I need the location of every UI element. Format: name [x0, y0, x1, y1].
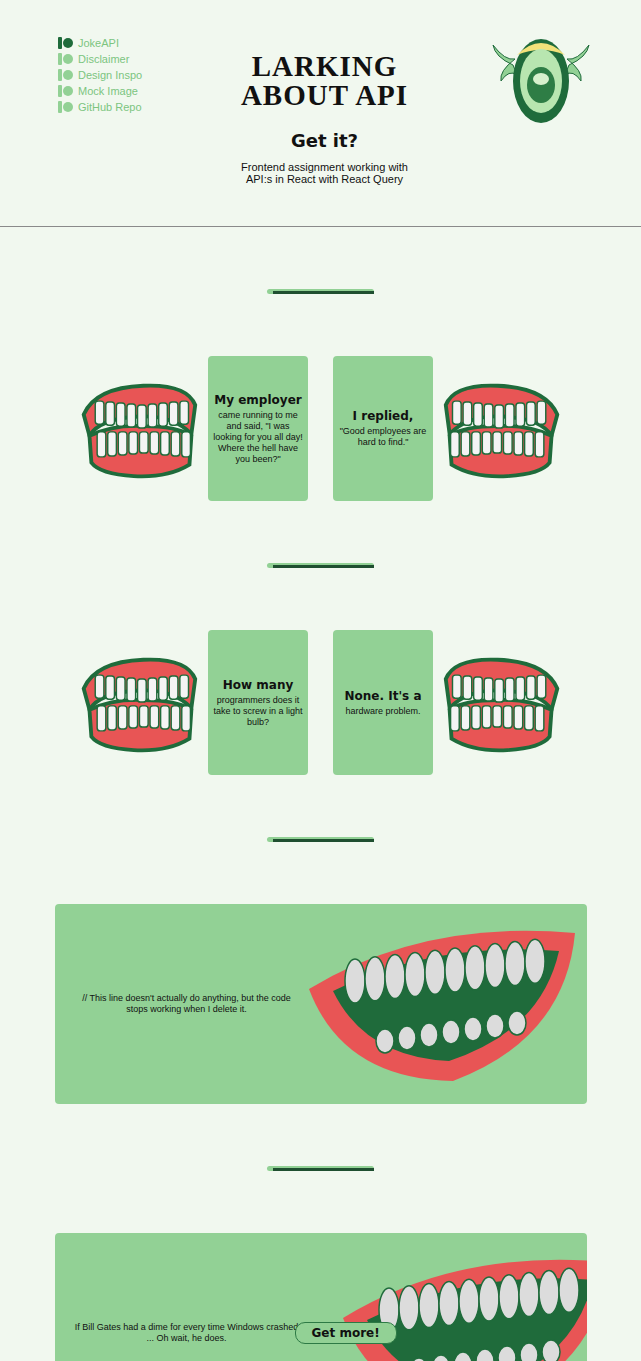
toggle-icon	[58, 53, 73, 65]
page: JokeAPI Disclaimer Design Inspo Mock Ima…	[0, 0, 641, 1361]
header: JokeAPI Disclaimer Design Inspo Mock Ima…	[0, 0, 641, 227]
divider	[267, 563, 374, 568]
delivery-card: None. It's a hardware problem.	[333, 630, 433, 775]
single-joke: // This line doesn't actually do anythin…	[55, 904, 587, 1104]
nav-item[interactable]: Disclaimer	[58, 51, 237, 67]
get-more-button[interactable]: Get more!	[295, 1322, 397, 1344]
setup-card: My employer came running to me and said,…	[208, 356, 308, 501]
joke-text: // This line doesn't actually do anythin…	[71, 993, 303, 1015]
tagline: Get it?	[291, 130, 358, 151]
divider	[267, 1166, 374, 1171]
toggle-icon	[58, 85, 73, 97]
nav-item[interactable]: Mock Image	[58, 83, 237, 99]
site-title: LARKINGABOUT API	[241, 52, 408, 110]
teeth-illustration	[76, 376, 201, 482]
twopart-joke: How many programmers does it take to scr…	[94, 630, 547, 775]
subtitle: Frontend assignment working with API:s i…	[237, 161, 412, 185]
teeth-illustration	[76, 650, 201, 756]
nav-menu: JokeAPI Disclaimer Design Inspo Mock Ima…	[58, 0, 237, 226]
header-center: LARKINGABOUT API Get it? Frontend assign…	[237, 0, 412, 226]
logo	[412, 0, 591, 226]
divider	[267, 837, 374, 842]
joke-text: If Bill Gates had a dime for every time …	[71, 1322, 303, 1344]
divider	[267, 289, 374, 294]
twopart-joke: My employer came running to me and said,…	[94, 356, 547, 501]
single-joke: If Bill Gates had a dime for every time …	[55, 1233, 587, 1361]
toggle-icon	[58, 37, 73, 49]
toggle-icon	[58, 69, 73, 81]
teeth-illustration	[440, 650, 565, 756]
delivery-card: I replied, "Good employees are hard to f…	[333, 356, 433, 501]
teeth-illustration	[440, 376, 565, 482]
nav-item[interactable]: GitHub Repo	[58, 99, 237, 115]
nav-item[interactable]: Design Inspo	[58, 67, 237, 83]
nav-item[interactable]: JokeAPI	[58, 35, 237, 51]
lips-illustration	[337, 1248, 587, 1361]
setup-card: How many programmers does it take to scr…	[208, 630, 308, 775]
mouth-logo-icon	[491, 35, 591, 125]
joke-list: My employer came running to me and said,…	[0, 227, 641, 1361]
toggle-icon	[58, 101, 73, 113]
lips-illustration	[303, 919, 583, 1089]
